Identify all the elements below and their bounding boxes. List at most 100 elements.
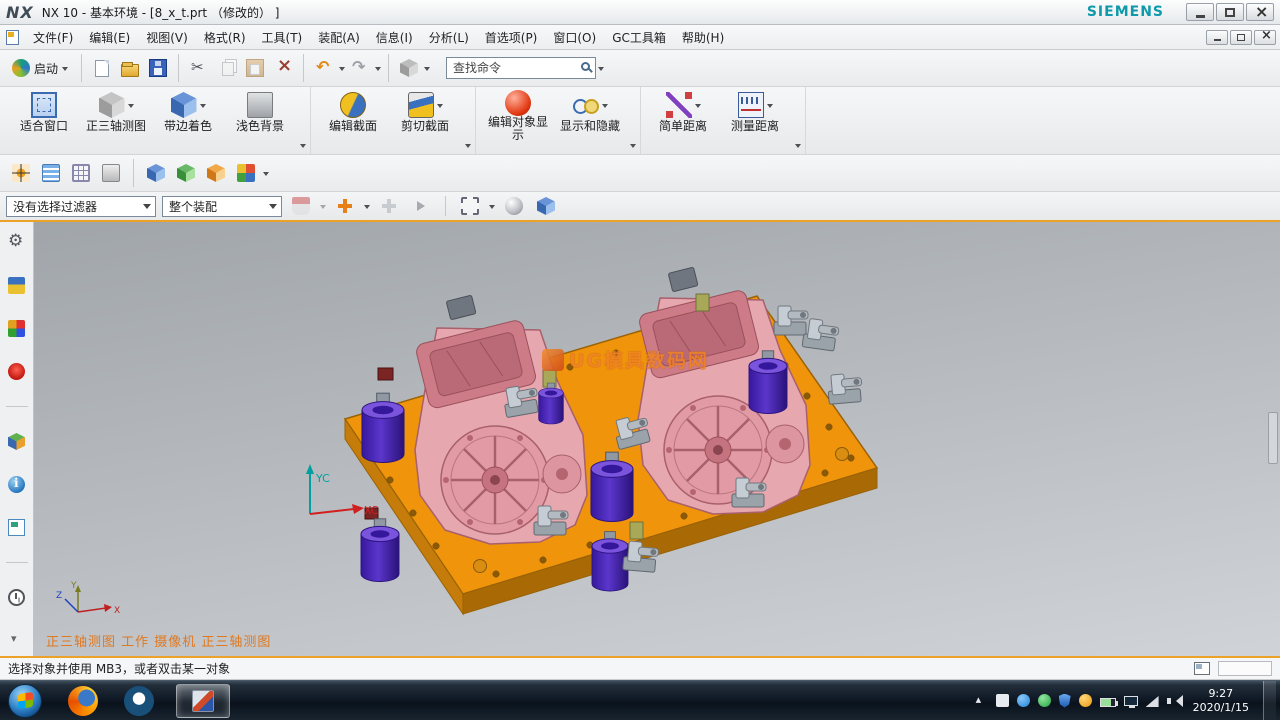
add-to-selection-button[interactable] bbox=[332, 193, 358, 219]
command-finder-input[interactable] bbox=[446, 57, 596, 79]
layer-settings-button[interactable] bbox=[38, 160, 64, 186]
start-button[interactable] bbox=[8, 684, 42, 718]
dialog-rail-icon[interactable] bbox=[1194, 662, 1210, 675]
fit-window-button[interactable]: 适合窗口 bbox=[8, 90, 80, 142]
delete-button[interactable] bbox=[270, 55, 296, 81]
part-navigator-icon[interactable] bbox=[8, 433, 25, 450]
visualization-icon[interactable] bbox=[8, 320, 25, 337]
clip-section-button[interactable]: 剪切截面 bbox=[389, 90, 461, 142]
ime-indicator-icon[interactable] bbox=[996, 694, 1009, 707]
cad-model-canvas[interactable]: YC XC Y X Z bbox=[34, 222, 1280, 656]
edit-object-display-button[interactable]: 编辑对象显示 bbox=[482, 90, 554, 142]
internet-browser-icon[interactable] bbox=[8, 476, 25, 493]
menu-information[interactable]: 信息(I) bbox=[368, 25, 421, 50]
messenger-tray-icon[interactable] bbox=[1017, 694, 1030, 707]
copy-button[interactable] bbox=[214, 55, 240, 81]
undo-dropdown[interactable] bbox=[339, 67, 345, 74]
menu-format[interactable]: 格式(R) bbox=[196, 25, 254, 50]
notice-tray-icon[interactable] bbox=[1079, 694, 1092, 707]
view-cube-dropdown[interactable] bbox=[424, 67, 430, 74]
show-component-button[interactable] bbox=[533, 193, 559, 219]
simple-distance-button[interactable]: 简单距离 bbox=[647, 90, 719, 142]
snap-point-button[interactable] bbox=[288, 193, 314, 219]
sequence-dropdown[interactable] bbox=[263, 172, 269, 179]
child-minimize-button[interactable] bbox=[1206, 30, 1228, 45]
undo-button[interactable] bbox=[311, 55, 337, 81]
graphics-viewport[interactable]: YC XC Y X Z UG bbox=[34, 222, 1280, 656]
light-background-button[interactable]: 浅色背景 bbox=[224, 90, 296, 142]
open-file-button[interactable] bbox=[117, 55, 143, 81]
group-expander[interactable] bbox=[795, 144, 801, 151]
save-button[interactable] bbox=[145, 55, 171, 81]
grid-button[interactable] bbox=[68, 160, 94, 186]
history-clock-icon[interactable] bbox=[8, 589, 25, 606]
menu-gc-toolbox[interactable]: GC工具箱 bbox=[604, 25, 674, 50]
security-tray-icon[interactable] bbox=[1038, 694, 1051, 707]
minimize-button[interactable] bbox=[1186, 3, 1214, 21]
wcs-dynamics-button[interactable] bbox=[8, 160, 34, 186]
object-preferences-button[interactable] bbox=[98, 160, 124, 186]
highlight-sphere-button[interactable] bbox=[501, 193, 527, 219]
measure-distance-button[interactable]: 测量距离 bbox=[719, 90, 791, 142]
group-expander[interactable] bbox=[465, 144, 471, 151]
pattern-component-button[interactable] bbox=[203, 160, 229, 186]
edit-section-button[interactable]: 编辑截面 bbox=[317, 90, 389, 142]
marquee-dropdown[interactable] bbox=[489, 205, 495, 212]
defender-shield-icon[interactable] bbox=[1059, 694, 1071, 708]
assembly-constraints-button[interactable] bbox=[173, 160, 199, 186]
selection-mode-dropdown[interactable] bbox=[364, 205, 370, 212]
menu-view[interactable]: 视图(V) bbox=[138, 25, 196, 50]
marquee-select-button[interactable] bbox=[457, 193, 483, 219]
rail-expand-chevron[interactable] bbox=[8, 632, 25, 649]
display-tray-icon[interactable] bbox=[1124, 696, 1138, 706]
menu-analysis[interactable]: 分析(L) bbox=[421, 25, 477, 50]
maximize-button[interactable] bbox=[1216, 3, 1244, 21]
menu-preferences[interactable]: 首选项(P) bbox=[477, 25, 546, 50]
group-expander[interactable] bbox=[300, 144, 306, 151]
shaded-with-edges-button[interactable]: 带边着色 bbox=[152, 90, 224, 142]
command-finder-dropdown[interactable] bbox=[598, 67, 604, 74]
move-component-button[interactable] bbox=[143, 160, 169, 186]
menu-edit[interactable]: 编辑(E) bbox=[81, 25, 138, 50]
menu-window[interactable]: 窗口(O) bbox=[545, 25, 604, 50]
taskbar-browser-icon[interactable] bbox=[124, 686, 154, 716]
new-file-button[interactable] bbox=[89, 55, 115, 81]
battery-icon[interactable] bbox=[1100, 698, 1116, 707]
hidden-icons-button[interactable] bbox=[974, 694, 988, 708]
group-expander[interactable] bbox=[630, 144, 636, 151]
start-menu-button[interactable]: 启动 bbox=[6, 54, 74, 82]
pin-icon[interactable] bbox=[8, 363, 25, 380]
sequence-button[interactable] bbox=[233, 160, 259, 186]
menu-file[interactable]: 文件(F) bbox=[25, 25, 81, 50]
new-file-icon bbox=[95, 60, 109, 77]
menu-tools[interactable]: 工具(T) bbox=[254, 25, 311, 50]
volume-icon[interactable] bbox=[1167, 694, 1181, 708]
view-cube-button[interactable] bbox=[396, 55, 422, 81]
paste-button[interactable] bbox=[242, 55, 268, 81]
close-button[interactable] bbox=[1246, 3, 1274, 21]
plus-icon bbox=[336, 197, 354, 215]
selection-filter-combo[interactable]: 没有选择过滤器 bbox=[6, 196, 156, 217]
taskbar-nx-button[interactable] bbox=[176, 684, 230, 718]
role-icon[interactable] bbox=[8, 277, 25, 294]
child-close-button[interactable] bbox=[1254, 30, 1276, 45]
snap-dropdown[interactable] bbox=[320, 205, 326, 212]
reuse-library-icon[interactable] bbox=[8, 519, 25, 536]
redo-button[interactable] bbox=[347, 55, 373, 81]
menu-help[interactable]: 帮助(H) bbox=[674, 25, 732, 50]
cut-button[interactable] bbox=[186, 55, 212, 81]
network-icon[interactable] bbox=[1146, 696, 1159, 707]
show-hide-button[interactable]: 显示和隐藏 bbox=[554, 90, 626, 142]
taskbar-firefox-icon[interactable] bbox=[68, 686, 98, 716]
viewport-scrollbar-thumb[interactable] bbox=[1268, 412, 1278, 464]
selection-scope-combo[interactable]: 整个装配 bbox=[162, 196, 282, 217]
child-restore-button[interactable] bbox=[1230, 30, 1252, 45]
remove-from-selection-button[interactable] bbox=[376, 193, 402, 219]
taskbar-clock[interactable]: 9:27 2020/1/15 bbox=[1193, 687, 1249, 715]
menu-assemblies[interactable]: 装配(A) bbox=[310, 25, 368, 50]
show-desktop-button[interactable] bbox=[1263, 681, 1276, 720]
isometric-view-button[interactable]: 正三轴测图 bbox=[80, 90, 152, 142]
select-arrow-button[interactable] bbox=[408, 193, 434, 219]
redo-dropdown[interactable] bbox=[375, 67, 381, 74]
roles-gear-icon[interactable] bbox=[8, 234, 25, 251]
